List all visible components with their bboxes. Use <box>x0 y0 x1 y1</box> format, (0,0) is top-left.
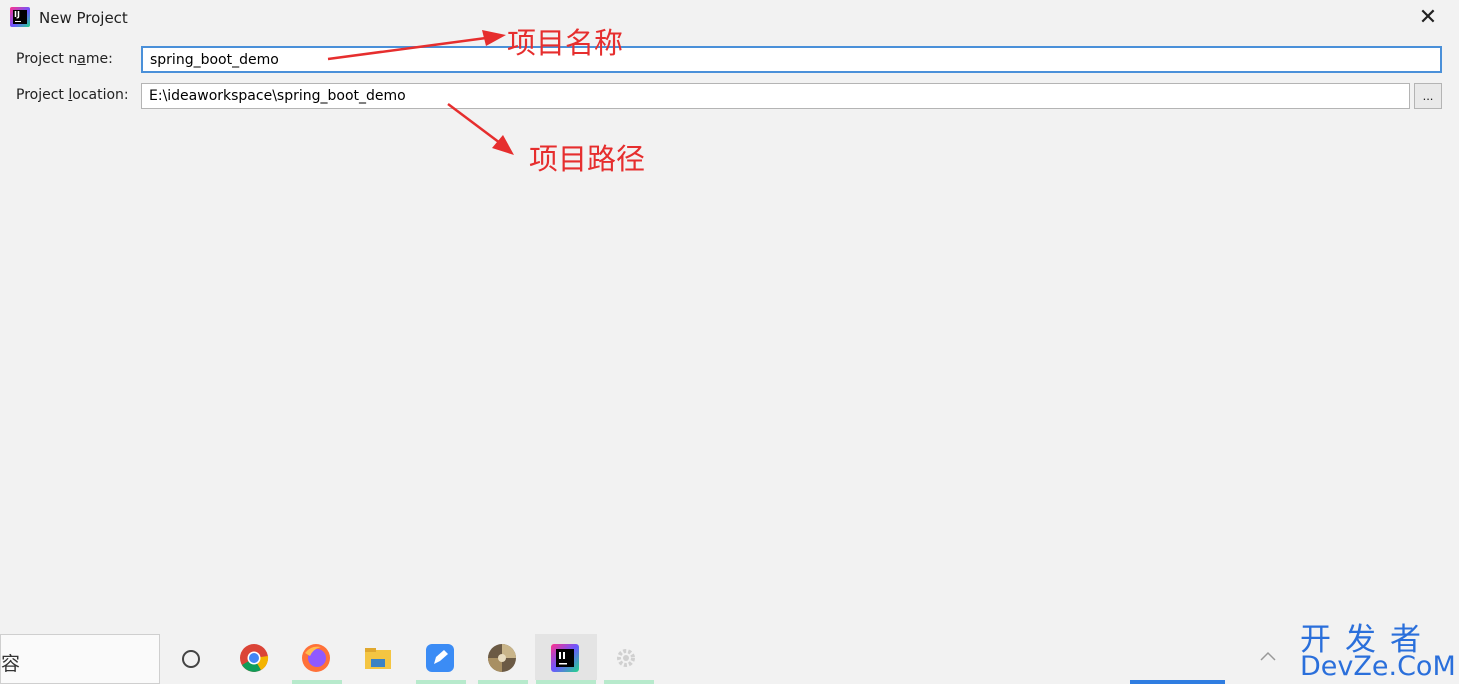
intellij-idea-icon: IJ <box>10 7 30 27</box>
tray-chevron-up-icon[interactable] <box>1258 648 1278 664</box>
annotation-project-location: 项目路径 <box>529 142 646 176</box>
running-indicator <box>292 680 342 684</box>
photo-app-icon[interactable] <box>487 643 517 673</box>
running-indicator <box>478 680 528 684</box>
project-name-label: Project name: <box>16 51 113 67</box>
running-indicator <box>536 680 596 684</box>
running-indicator <box>1130 680 1225 684</box>
taskbar-search[interactable]: 容 <box>0 634 160 684</box>
watermark: 开发者 DevZe.CoM <box>1300 614 1456 682</box>
firefox-icon[interactable] <box>301 643 331 673</box>
taskbar <box>0 634 1459 684</box>
location-arrow-line <box>447 103 501 144</box>
close-button[interactable]: ✕ <box>1413 3 1443 33</box>
window-title: New Project <box>39 9 128 27</box>
cortana-circle-icon[interactable] <box>177 643 207 673</box>
browse-location-button[interactable]: ... <box>1414 83 1442 109</box>
annotation-project-name: 项目名称 <box>507 26 624 60</box>
file-explorer-icon[interactable] <box>363 643 393 673</box>
intellij-idea-taskbar-icon[interactable] <box>550 643 580 673</box>
running-indicator <box>416 680 466 684</box>
watermark-bottom: DevZe.CoM <box>1300 651 1456 682</box>
running-indicator <box>604 680 654 684</box>
project-location-input[interactable] <box>141 83 1410 109</box>
project-name-input[interactable] <box>141 46 1442 73</box>
title-bar: IJ New Project ✕ <box>0 0 1459 36</box>
feishu-icon[interactable] <box>425 643 455 673</box>
settings-gear-icon[interactable] <box>611 643 641 673</box>
chrome-icon[interactable] <box>239 643 269 673</box>
project-location-label: Project location: <box>16 87 129 103</box>
location-arrow-head <box>492 135 514 155</box>
